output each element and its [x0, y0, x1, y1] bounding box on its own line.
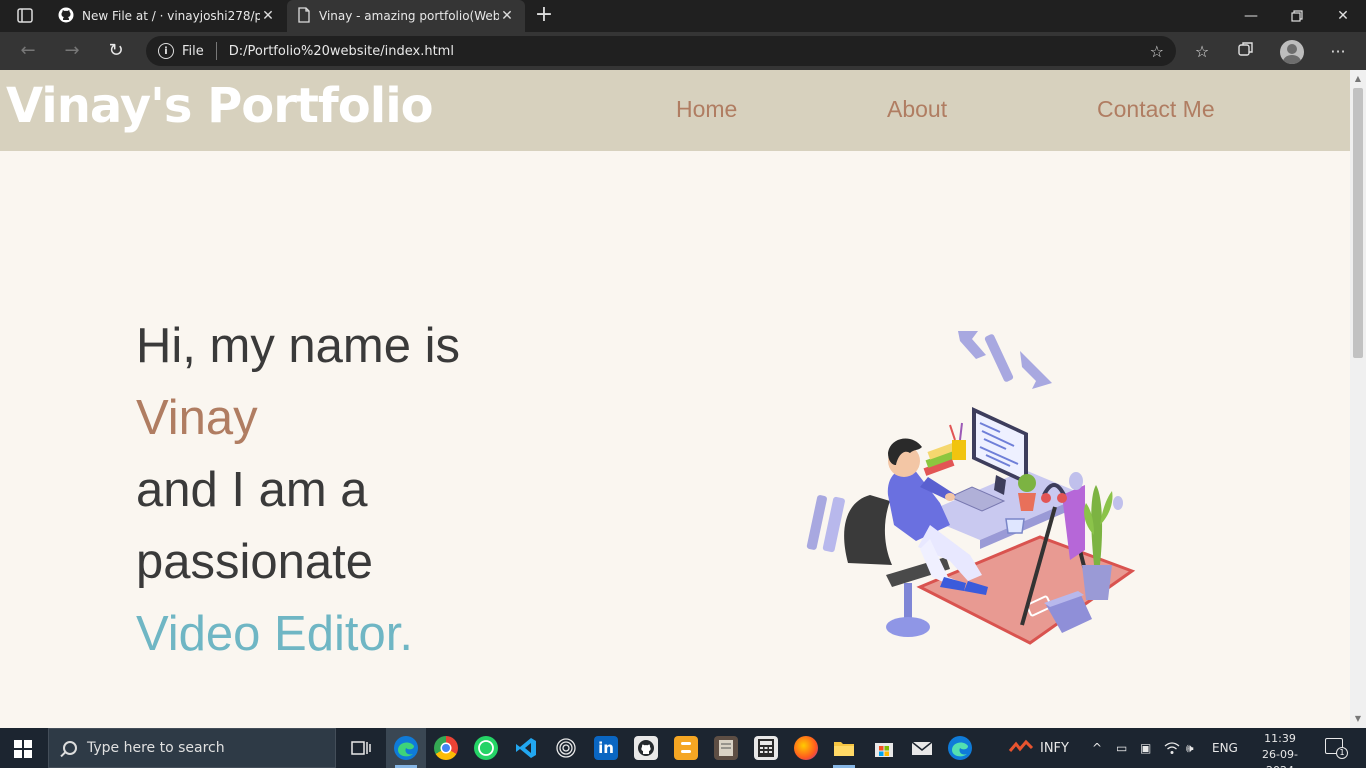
- tab-title: Vinay - amazing portfolio(Web developer): [319, 9, 499, 23]
- scroll-up-icon[interactable]: ▲: [1350, 72, 1366, 86]
- whatsapp-icon[interactable]: [474, 736, 498, 760]
- nav-link-about[interactable]: About: [887, 96, 947, 123]
- battery-icon[interactable]: ▣: [1140, 728, 1151, 768]
- system-clock[interactable]: 11:39 26-09-2024: [1250, 731, 1310, 768]
- volume-icon[interactable]: 🕪: [1186, 728, 1194, 768]
- page-viewport: Vinay's Portfolio Home About Contact Me …: [0, 70, 1350, 728]
- linkedin-icon[interactable]: in: [594, 736, 618, 760]
- vscode-icon[interactable]: [514, 736, 538, 760]
- address-divider: [215, 42, 217, 60]
- edge-dev-icon[interactable]: [948, 736, 972, 760]
- close-window-icon[interactable]: ✕: [1320, 0, 1366, 32]
- more-options-icon[interactable]: ···: [1326, 40, 1350, 64]
- show-hidden-icons[interactable]: ^: [1092, 728, 1102, 768]
- stock-widget[interactable]: INFY: [1008, 728, 1069, 768]
- page-scrollbar[interactable]: ▲ ▼: [1350, 70, 1366, 728]
- clock-time: 11:39: [1264, 732, 1296, 745]
- blogger-icon[interactable]: [674, 736, 698, 760]
- new-tab-button[interactable]: +: [532, 4, 556, 28]
- minimize-icon[interactable]: —: [1228, 0, 1274, 32]
- profile-avatar[interactable]: [1280, 40, 1304, 64]
- calculator-icon[interactable]: [754, 736, 778, 760]
- tab-title: New File at / · vinayjoshi278/portfolio: [82, 9, 260, 23]
- site-header: Vinay's Portfolio Home About Contact Me: [0, 70, 1350, 151]
- forward-arrow-icon[interactable]: →: [60, 39, 84, 63]
- hero-name: Vinay: [136, 391, 258, 445]
- reload-icon[interactable]: ↻: [104, 39, 128, 63]
- wifi-icon[interactable]: [1164, 728, 1180, 768]
- hero-line: passionate: [136, 535, 374, 589]
- address-url[interactable]: D:/Portfolio%20website/index.html: [229, 44, 454, 59]
- favorites-icon[interactable]: ☆: [1190, 40, 1214, 64]
- mail-icon[interactable]: [910, 736, 934, 760]
- file-explorer-icon[interactable]: [832, 736, 856, 760]
- clock-date: 26-09-2024: [1262, 748, 1298, 768]
- stock-ticker: INFY: [1040, 740, 1069, 756]
- hero-intro: Hi, my name is Vinay and I am a passiona…: [136, 310, 460, 670]
- meet-now-icon[interactable]: ▭: [1116, 728, 1127, 768]
- microsoft-store-icon[interactable]: [872, 736, 896, 760]
- tab-portfolio-active[interactable]: Vinay - amazing portfolio(Web developer)…: [287, 0, 525, 32]
- notepad-app-icon[interactable]: [714, 736, 738, 760]
- site-logo: Vinay's Portfolio: [6, 78, 434, 134]
- scroll-down-icon[interactable]: ▼: [1350, 712, 1366, 726]
- document-icon: [297, 6, 311, 26]
- notification-center-icon[interactable]: 1: [1325, 738, 1348, 759]
- fingerprint-app-icon[interactable]: [554, 736, 578, 760]
- search-icon: [63, 741, 77, 755]
- github-desktop-icon[interactable]: [634, 736, 658, 760]
- task-view-icon[interactable]: [349, 736, 373, 760]
- nav-link-home[interactable]: Home: [676, 96, 737, 123]
- input-language[interactable]: ENG: [1212, 728, 1238, 768]
- collections-icon[interactable]: [1234, 40, 1258, 64]
- add-favorite-icon[interactable]: ☆: [1150, 42, 1164, 61]
- hero-line: and I am a: [136, 463, 368, 517]
- firefox-icon[interactable]: [794, 736, 818, 760]
- windows-taskbar: Type here to search in INFY ^ ▭ ▣ 🕪 ENG …: [0, 728, 1366, 768]
- back-arrow-icon[interactable]: ←: [16, 39, 40, 63]
- info-icon[interactable]: i: [158, 43, 174, 59]
- close-tab-icon[interactable]: ✕: [499, 8, 515, 24]
- github-icon: [58, 7, 74, 26]
- stock-trend-icon: [1008, 739, 1034, 758]
- nav-link-contact[interactable]: Contact Me: [1097, 96, 1215, 123]
- search-placeholder: Type here to search: [87, 740, 225, 756]
- tab-actions-icon[interactable]: [10, 6, 38, 26]
- tab-github[interactable]: New File at / · vinayjoshi278/portfolio …: [48, 0, 286, 32]
- scrollbar-thumb[interactable]: [1353, 88, 1363, 358]
- edge-icon[interactable]: [394, 736, 418, 760]
- hero-greeting: Hi, my name is: [136, 319, 461, 373]
- address-scheme-label: File: [182, 43, 204, 59]
- notification-count-badge: 1: [1336, 747, 1348, 759]
- restore-icon[interactable]: [1274, 0, 1320, 32]
- developer-illustration: [806, 331, 1136, 645]
- address-bar[interactable]: i File D:/Portfolio%20website/index.html…: [146, 36, 1176, 66]
- browser-tab-bar: New File at / · vinayjoshi278/portfolio …: [0, 0, 1366, 32]
- close-tab-icon[interactable]: ✕: [260, 8, 276, 24]
- windows-start-icon[interactable]: [14, 740, 32, 758]
- hero-role: Video Editor.: [136, 607, 413, 661]
- browser-toolbar: ← → ↻ i File D:/Portfolio%20website/inde…: [0, 32, 1366, 70]
- chrome-icon[interactable]: [434, 736, 458, 760]
- taskbar-search-box[interactable]: Type here to search: [48, 728, 336, 768]
